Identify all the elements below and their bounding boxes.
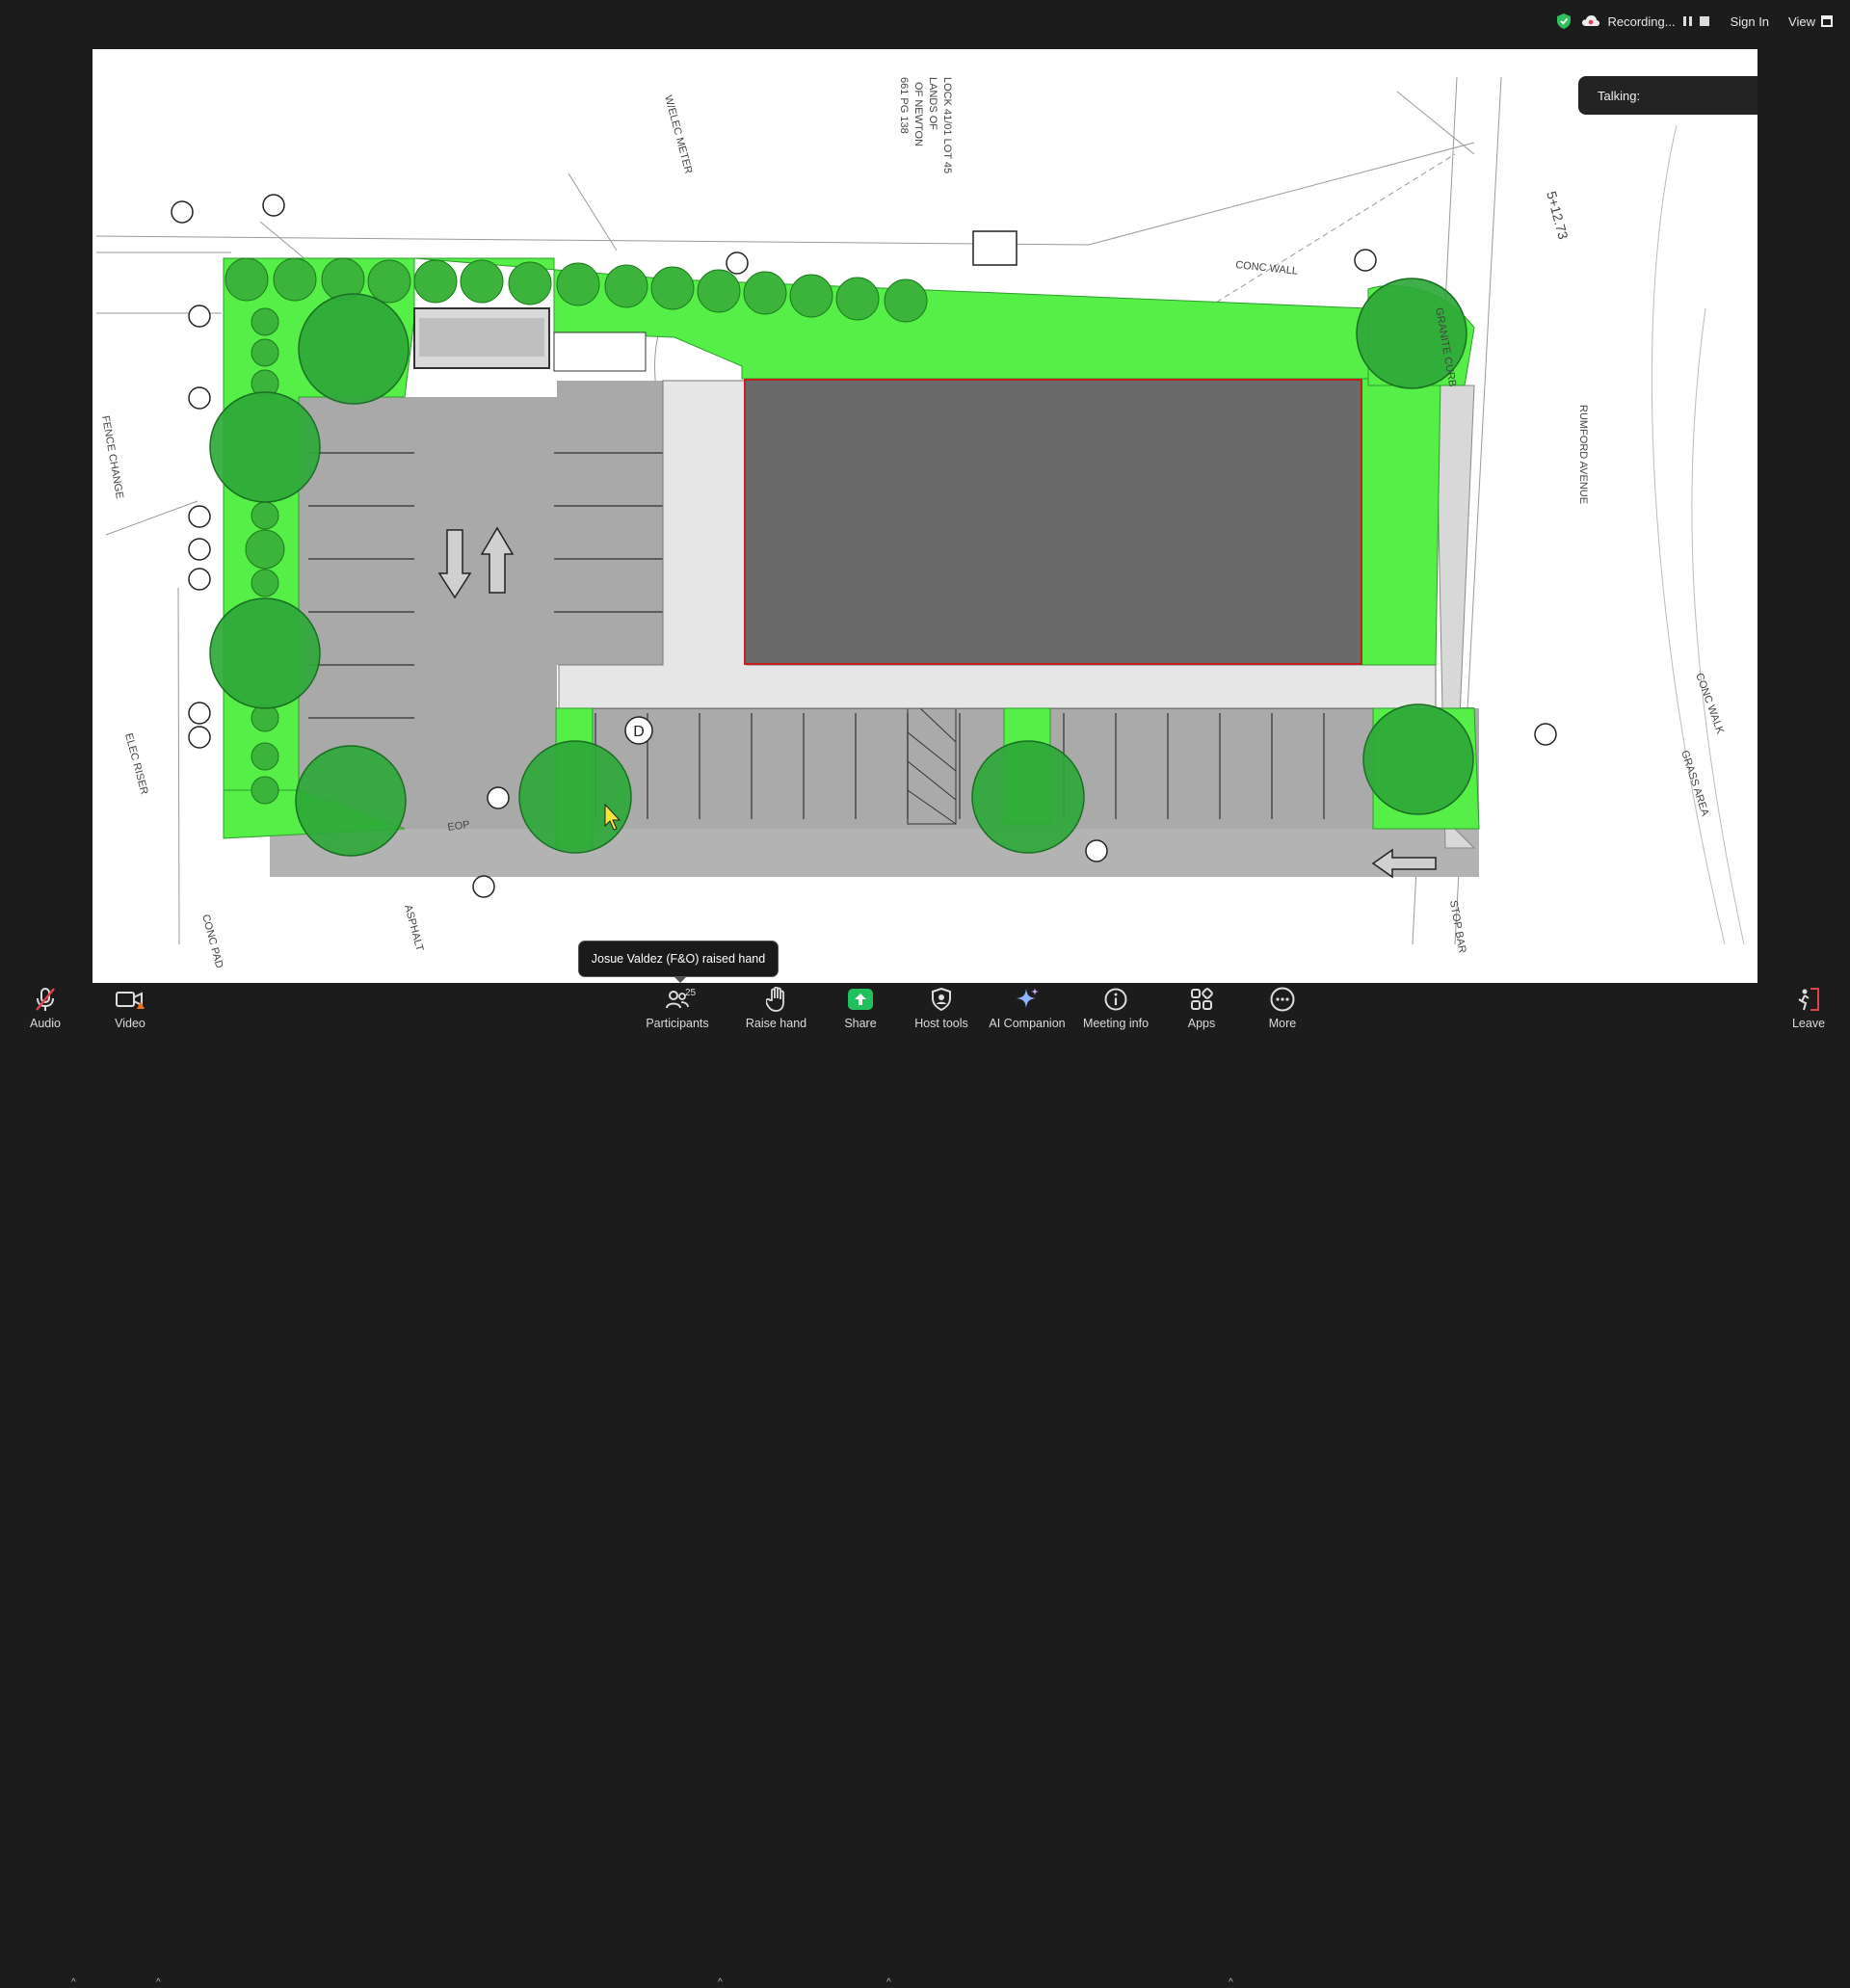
raised-hand-notification[interactable]: Josue Valdez (F&O) raised hand (578, 941, 779, 983)
shield-icon (1557, 13, 1572, 29)
stop-recording-icon[interactable] (1699, 16, 1709, 26)
raise-hand-label: Raise hand (745, 1017, 807, 1030)
meeting-info-label: Meeting info (1082, 1017, 1150, 1030)
info-icon (1104, 988, 1127, 1011)
conc-pad-label: CONC PAD (199, 914, 225, 969)
elec-meter-label: W/ELEC METER (662, 94, 694, 175)
raise-hand-button[interactable]: Raise hand (740, 983, 812, 1041)
ai-companion-sparkle-icon (1017, 988, 1039, 1008)
lands-of-label: LANDS OF (927, 77, 938, 130)
grass-area-label: GRASS AREA (1678, 749, 1711, 818)
sidewalk-strip (270, 829, 1479, 877)
asphalt-label: ASPHALT (402, 904, 425, 953)
share-label: Share (844, 1017, 877, 1030)
microphone-muted-icon (36, 988, 55, 1011)
shared-screen[interactable]: D LOCK 41/01 LOT 45 LANDS OF OF NEWTON 6… (92, 49, 1758, 983)
view-grid-icon (1821, 15, 1833, 27)
apps-button[interactable]: Apps (1177, 983, 1226, 1041)
ai-companion-button[interactable]: AI Companion (988, 983, 1067, 1041)
book-page-label: 661 PG 138 (898, 77, 910, 134)
sign-in-link[interactable]: Sign In (1731, 14, 1769, 29)
participants-options-chevron-icon[interactable]: ^ (718, 1977, 723, 1988)
elec-riser-label: ELEC RISER (122, 732, 150, 796)
of-newton-label: OF NEWTON (912, 82, 924, 146)
host-tools-button[interactable]: Host tools (911, 983, 972, 1041)
raise-hand-icon (765, 987, 784, 1012)
fence-change-label: FENCE CHANGE (99, 414, 125, 499)
station-label: 5+12.73 (1544, 190, 1572, 242)
recording-label: Recording... (1607, 13, 1676, 29)
top-status: Recording... Sign In View (1557, 12, 1833, 31)
apps-icon (1191, 988, 1213, 1010)
more-button[interactable]: More (1258, 983, 1307, 1041)
leave-button[interactable]: Leave (1788, 983, 1829, 1041)
share-options-chevron-icon[interactable]: ^ (886, 1977, 891, 1988)
participants-count: 25 (685, 988, 697, 998)
meeting-info-button[interactable]: Meeting info (1078, 983, 1153, 1041)
recording-indicator[interactable]: Recording... (1582, 13, 1709, 29)
more-icon (1270, 987, 1295, 1012)
meeting-toolbar: Audio ^ Video ^ 25 Participants ^ Raise … (0, 983, 1850, 1988)
stop-bar-label: STOP BAR (1447, 899, 1467, 954)
apps-label: Apps (1187, 1017, 1216, 1030)
site-plan-drawing: D LOCK 41/01 LOT 45 LANDS OF OF NEWTON 6… (95, 76, 1745, 969)
share-button[interactable]: Share (836, 983, 885, 1041)
building-footprint (744, 379, 1362, 665)
pause-recording-icon[interactable] (1682, 16, 1692, 26)
video-camera-off-icon (116, 992, 145, 1009)
host-tools-shield-icon (932, 988, 951, 1011)
talking-indicator: Talking: (1578, 76, 1758, 115)
bike-rack (553, 331, 647, 372)
talking-label: Talking: (1598, 89, 1641, 103)
raised-hand-text: Josue Valdez (F&O) raised hand (591, 952, 766, 966)
top-bar: Recording... Sign In View (0, 0, 1850, 49)
video-options-chevron-icon[interactable]: ^ (156, 1977, 161, 1988)
video-button[interactable]: Video (106, 983, 154, 1041)
share-screen-icon (848, 989, 873, 1010)
apps-options-chevron-icon[interactable]: ^ (1229, 1977, 1233, 1988)
leave-door-icon (1798, 988, 1819, 1011)
video-label: Video (115, 1017, 145, 1030)
view-label: View (1788, 13, 1815, 29)
audio-label: Audio (30, 1017, 61, 1030)
lock-lot-label: LOCK 41/01 LOT 45 (941, 77, 953, 173)
participants-label: Participants (646, 1017, 709, 1030)
audio-options-chevron-icon[interactable]: ^ (71, 1977, 76, 1988)
leave-label: Leave (1791, 1017, 1826, 1030)
view-button[interactable]: View (1788, 14, 1833, 29)
conc-walk-label: CONC WALK (1693, 672, 1726, 736)
host-tools-label: Host tools (914, 1017, 968, 1030)
conc-wall-label: CONC WALL (1235, 259, 1299, 278)
more-label: More (1268, 1017, 1297, 1030)
participants-button[interactable]: 25 Participants (641, 983, 714, 1041)
cloud-recording-icon (1582, 15, 1600, 26)
dumpster-pad (419, 318, 544, 357)
audio-button[interactable]: Audio (21, 983, 69, 1041)
ai-companion-label: AI Companion (989, 1017, 1066, 1030)
accessible-d-label: D (633, 724, 645, 740)
rumford-avenue-label: RUMFORD AVENUE (1577, 405, 1589, 504)
